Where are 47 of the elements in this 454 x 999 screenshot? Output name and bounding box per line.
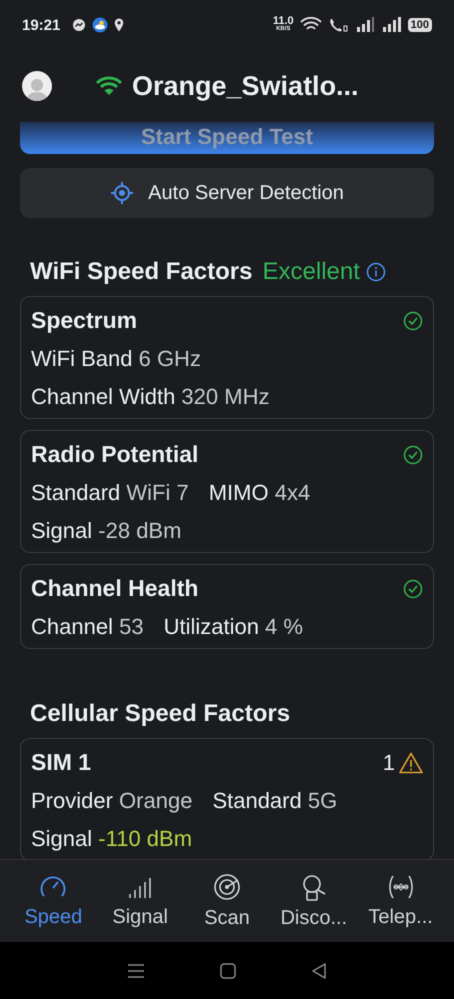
cellular-signal-icon — [356, 17, 376, 33]
card-title: SIM 1 — [31, 749, 92, 776]
radar-icon — [212, 872, 241, 900]
target-icon — [110, 181, 134, 205]
cellular-signal-icon — [382, 17, 402, 33]
nav-tab[interactable]: Scan — [184, 860, 270, 942]
network-name: Orange_Swiatlo... — [132, 70, 359, 102]
back-icon[interactable] — [310, 962, 327, 978]
factor-value: MIMO 4x4 — [208, 480, 310, 506]
factor-value: Signal -28 dBm — [31, 518, 182, 544]
factor-value: Channel 53 — [31, 614, 144, 640]
phone-icon — [328, 17, 350, 33]
nav-tab[interactable]: Disco... — [270, 860, 358, 942]
check-icon — [403, 310, 423, 330]
factor-value: Utilization 4 % — [164, 614, 303, 640]
card-title: Radio Potential — [31, 441, 200, 468]
factor-value: Channel Width 320 MHz — [31, 384, 270, 410]
location-icon — [114, 18, 124, 32]
check-icon — [403, 578, 423, 598]
home-icon[interactable] — [220, 962, 236, 978]
avatar[interactable] — [22, 71, 52, 101]
broadcast-icon — [386, 874, 415, 900]
status-time: 19:21 — [22, 16, 60, 34]
nav-tab[interactable]: Telep... — [357, 860, 444, 942]
factor-value: Standard WiFi 7 — [31, 480, 189, 506]
weather-icon — [92, 17, 108, 33]
card-title: Channel Health — [31, 575, 200, 602]
messenger-icon — [72, 18, 86, 32]
section-title: Cellular Speed Factors — [30, 700, 290, 728]
nav-tab[interactable]: Signal — [96, 860, 184, 942]
factor-value: Standard 5G — [212, 788, 338, 814]
nav-tab[interactable]: Speed — [10, 860, 97, 942]
factor-value: Signal -110 dBm — [31, 826, 192, 852]
section-title: WiFi Speed Factors — [30, 258, 252, 286]
battery-indicator: 100 — [408, 18, 432, 32]
wifi-icon — [96, 76, 122, 96]
info-icon[interactable] — [366, 262, 386, 282]
warning-count: 1 — [382, 750, 395, 776]
factor-value: WiFi Band 6 GHz — [31, 346, 201, 372]
factor-value: Provider Orange — [31, 788, 192, 814]
rating: Excellent — [262, 258, 360, 286]
gauge-icon — [39, 874, 68, 900]
warning-icon — [399, 752, 423, 774]
auto-server-button[interactable]: Auto Server Detection — [20, 168, 434, 218]
card-title: Spectrum — [31, 307, 138, 334]
menu-icon[interactable] — [127, 962, 146, 978]
check-icon — [403, 444, 423, 464]
